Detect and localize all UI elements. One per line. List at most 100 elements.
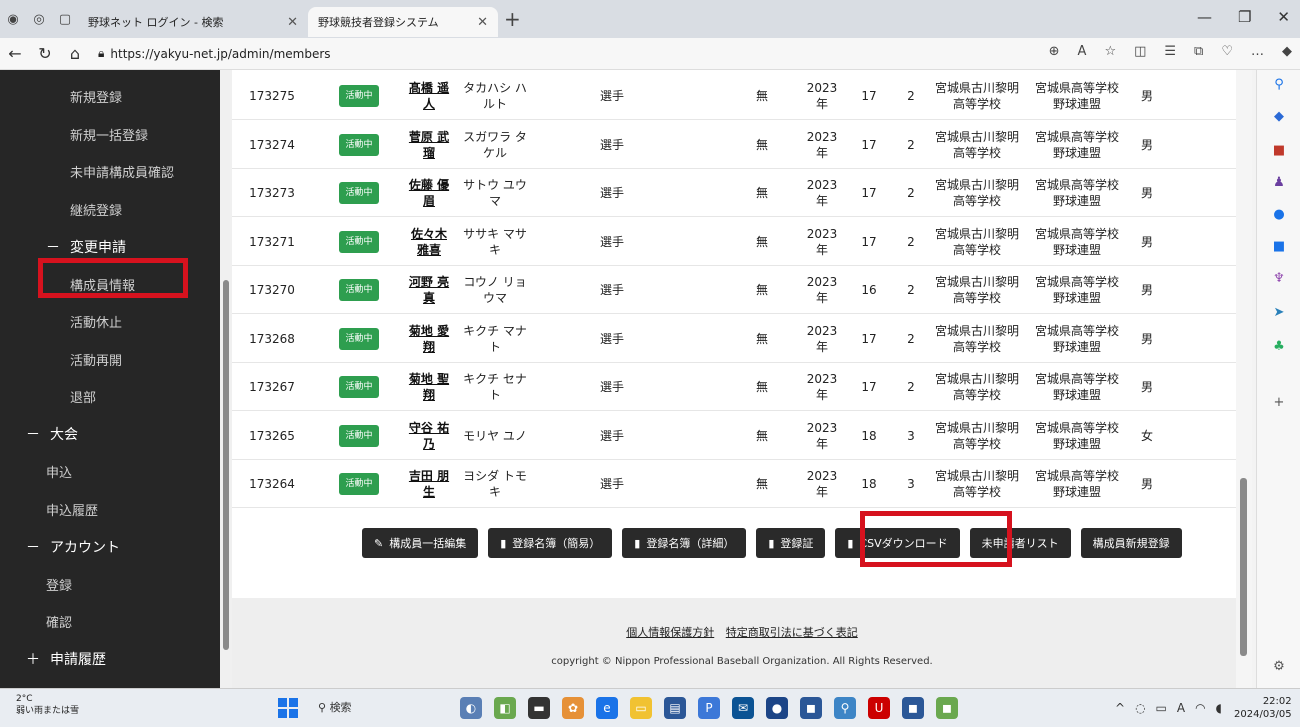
table-row: 173274 活動中 菅原 武瑠 スガワラ タケル 選手 無 2023年 17 2 宮城県古川黎明… (232, 121, 1252, 169)
sidebar-item[interactable]: 新規登録 (0, 78, 220, 115)
tag-icon[interactable]: ◆ (1269, 106, 1289, 126)
member-name-link[interactable]: 吉田 朋生 (404, 468, 454, 500)
member-name-link[interactable]: 菅原 武瑠 (404, 129, 454, 161)
sidebar-item[interactable]: 確認 (0, 603, 220, 640)
page-scrollbar[interactable] (1236, 70, 1252, 688)
sidebar-item[interactable]: － アカウント (0, 528, 220, 565)
member-name-link[interactable]: 菊地 愛翔 (404, 323, 454, 355)
member-name-link[interactable]: 佐々木 雅喜 (404, 226, 454, 258)
app-icon[interactable]: ▤ (664, 697, 686, 719)
weather-widget[interactable]: 2°C 弱い雨または雪 (16, 693, 79, 717)
date: 2024/03/05 (1234, 709, 1292, 720)
sidebar-item[interactable]: 申込 (0, 453, 220, 490)
close-icon[interactable]: ✕ (287, 15, 298, 30)
app-icon[interactable]: U (868, 697, 890, 719)
favorites-list-icon[interactable]: ☰ (1164, 44, 1176, 59)
more-icon[interactable]: … (1251, 44, 1264, 59)
collections-icon[interactable]: ⧉ (1194, 44, 1203, 59)
ime-icon[interactable]: A (1177, 701, 1185, 715)
action-button[interactable]: ▮ 登録証 (756, 528, 826, 558)
taskbar-search[interactable]: ⚲ 検索 (318, 699, 352, 715)
back-icon[interactable]: ← (0, 44, 30, 63)
close-icon[interactable]: ✕ (477, 15, 488, 30)
volume-icon[interactable]: ◖ (1216, 701, 1222, 715)
app-icon[interactable]: ● (766, 697, 788, 719)
sidebar-item[interactable]: 継続登録 (0, 191, 220, 228)
mail-icon[interactable]: ✉ (732, 697, 754, 719)
app-icon[interactable]: ▬ (528, 697, 550, 719)
member-name-link[interactable]: 菊地 聖翔 (404, 371, 454, 403)
zoom-icon[interactable]: ⊕ (1049, 44, 1060, 59)
windows-start-icon[interactable] (278, 698, 298, 718)
tree-icon[interactable]: ♣ (1269, 336, 1289, 356)
games-icon[interactable]: ♆ (1269, 268, 1289, 288)
maximize-icon[interactable]: ❐ (1238, 8, 1251, 26)
sidebar-item[interactable]: ＋コミュニケーション (0, 678, 220, 688)
keyboard-icon[interactable]: ▭ (1156, 701, 1167, 715)
cell-org: 宮城県高等学校野球連盟 (1032, 169, 1122, 217)
home-icon[interactable]: ⌂ (60, 44, 90, 63)
edge-icon[interactable]: e (596, 697, 618, 719)
member-name-link[interactable]: 佐藤 優眉 (404, 177, 454, 209)
wifi-icon[interactable]: ◠ (1195, 701, 1205, 715)
sidebar-item[interactable]: － 大会 (0, 416, 220, 453)
office-icon[interactable]: ● (1269, 204, 1289, 224)
member-name-link[interactable]: 守谷 祐乃 (404, 420, 454, 452)
commerce-law-link[interactable]: 特定商取引法に基づく表記 (726, 626, 858, 639)
app-icon[interactable]: ◼ (936, 697, 958, 719)
member-name-link[interactable]: 髙橋 遥人 (404, 80, 454, 112)
sidebar-item[interactable]: ＋ 申請履歴 (0, 641, 220, 678)
cell-text: 17 (861, 331, 877, 346)
sidebar-scrollbar[interactable] (220, 70, 232, 688)
sidebar-item[interactable]: 登録 (0, 566, 220, 603)
app-icon[interactable]: ⚲ (834, 697, 856, 719)
sidebar-item[interactable]: 申込履歴 (0, 491, 220, 528)
profile-icon[interactable]: ◉ (0, 6, 26, 32)
minimize-icon[interactable]: — (1197, 8, 1212, 26)
read-aloud-icon[interactable]: A (1078, 44, 1087, 59)
app-icon[interactable]: ◼ (800, 697, 822, 719)
gear-icon[interactable]: ⚙ (1269, 656, 1289, 676)
sidebar-item[interactable]: 活動再開 (0, 341, 220, 378)
chevron-up-icon[interactable]: ^ (1115, 701, 1125, 715)
member-name-link[interactable]: 河野 亮真 (404, 274, 454, 306)
app-icon[interactable]: ✿ (562, 697, 584, 719)
favorite-icon[interactable]: ☆ (1104, 44, 1116, 59)
briefcase-icon[interactable]: ■ (1269, 140, 1289, 160)
outlook-icon[interactable]: ■ (1269, 236, 1289, 256)
action-button[interactable]: ▮ 登録名簿（簡易） (488, 528, 613, 558)
folder-icon[interactable]: ▭ (630, 697, 652, 719)
sidebar-item[interactable]: 退部 (0, 378, 220, 415)
scrollbar-thumb[interactable] (1240, 478, 1247, 656)
close-window-icon[interactable]: ✕ (1277, 8, 1290, 26)
url-field[interactable]: 🔒︎ https://yakyu-net.jp/admin/members (98, 46, 331, 61)
action-button[interactable]: ▮ 登録名簿（詳細） (622, 528, 747, 558)
refresh-icon[interactable]: ↻ (30, 44, 60, 63)
new-tab-button[interactable]: + (504, 7, 521, 31)
sidebar-item[interactable]: 新規一括登録 (0, 116, 220, 153)
app-icon[interactable]: ◼ (902, 697, 924, 719)
tab-actions-icon[interactable]: ▢ (52, 6, 78, 32)
workspaces-icon[interactable]: ◎ (26, 6, 52, 32)
send-icon[interactable]: ➤ (1269, 302, 1289, 322)
app-icon[interactable]: P (698, 697, 720, 719)
network-icon[interactable]: ◌ (1135, 701, 1145, 715)
tab-members[interactable]: 野球競技者登録システム ✕ (308, 7, 498, 37)
sidebar-item[interactable]: 未申請構成員確認 (0, 153, 220, 190)
app-icon[interactable]: ◧ (494, 697, 516, 719)
action-button[interactable]: ✎ 構成員一括編集 (362, 528, 479, 558)
split-screen-icon[interactable]: ◫ (1134, 44, 1146, 59)
privacy-policy-link[interactable]: 個人情報保護方針 (626, 626, 714, 639)
people-icon[interactable]: ♟ (1269, 172, 1289, 192)
sidebar-item[interactable]: 活動休止 (0, 303, 220, 340)
action-button[interactable]: 構成員新規登録 (1080, 528, 1182, 558)
scrollbar-thumb[interactable] (223, 280, 229, 650)
search-icon[interactable]: ⚲ (1269, 74, 1289, 94)
tab-search[interactable]: 野球ネット ログイン - 検索 ✕ (78, 7, 308, 37)
app-icon[interactable]: ◐ (460, 697, 482, 719)
annotation-highlight (860, 511, 1012, 567)
copilot-icon[interactable]: ◆ (1282, 44, 1292, 59)
clock[interactable]: 22:02 2024/03/05 (1234, 695, 1292, 721)
add-icon[interactable]: + (1269, 392, 1289, 412)
extensions-icon[interactable]: ♡ (1221, 44, 1233, 59)
